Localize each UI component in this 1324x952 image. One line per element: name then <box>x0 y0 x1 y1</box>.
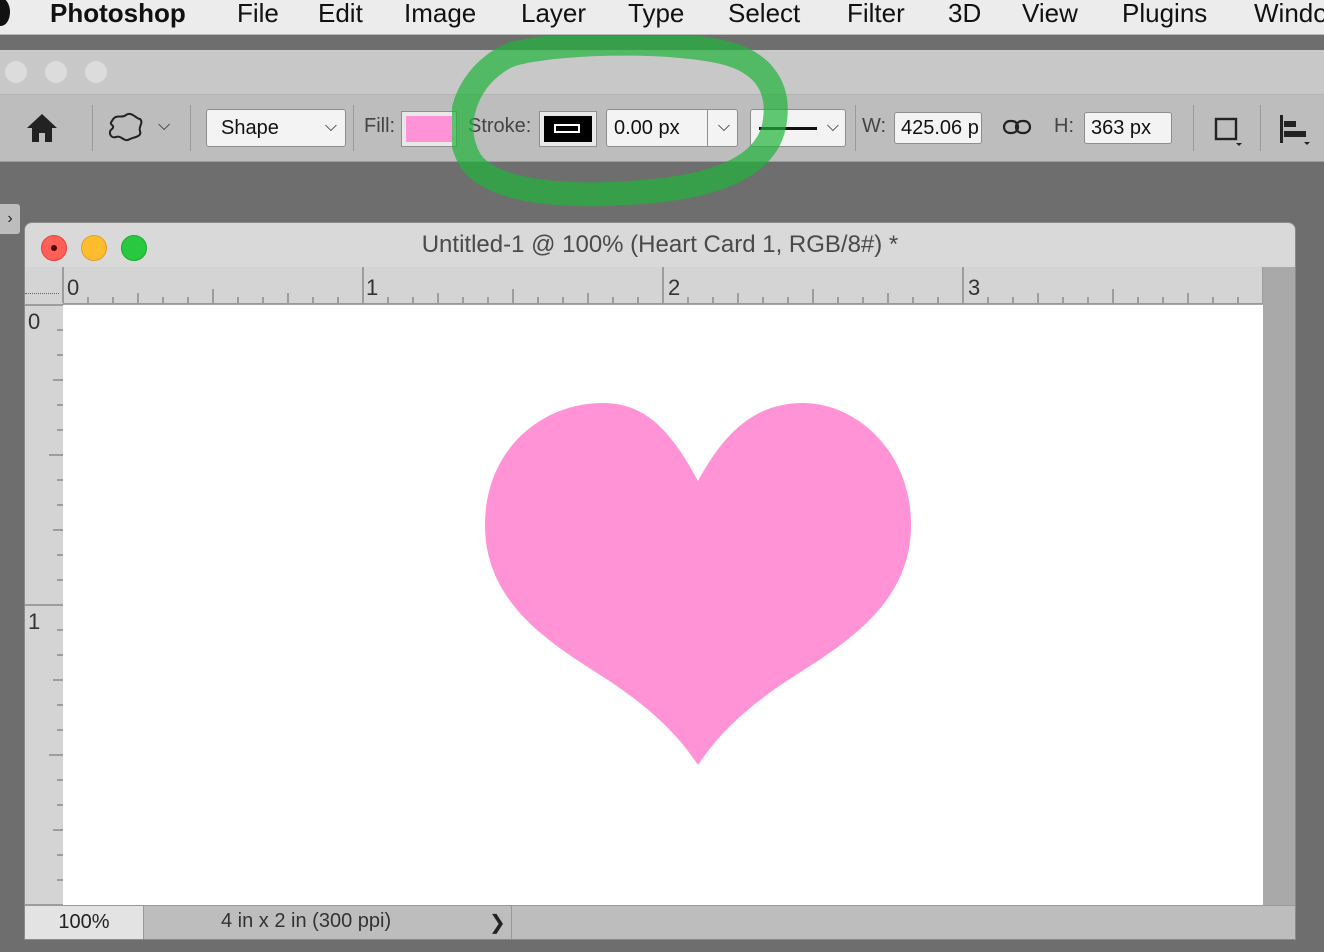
path-alignment-icon[interactable] <box>1276 113 1316 147</box>
width-label: W: <box>862 115 887 137</box>
link-dimensions-icon[interactable] <box>1002 117 1032 137</box>
home-icon[interactable] <box>24 111 60 145</box>
expand-panel-icon[interactable]: › <box>0 204 20 234</box>
left-tool-strip: › <box>0 200 20 952</box>
app-minimize-button[interactable] <box>45 61 67 83</box>
menu-bar: Photoshop File Edit Image Layer Type Sel… <box>0 0 1324 35</box>
zoom-level-field[interactable]: 100% <box>25 906 144 939</box>
stroke-label: Stroke: <box>468 115 532 137</box>
menu-app-photoshop[interactable]: Photoshop <box>50 0 186 30</box>
menu-image[interactable]: Image <box>404 0 476 30</box>
stroke-color-swatch <box>544 116 592 142</box>
stroke-width-field[interactable]: 0.00 px ⌵ <box>606 109 738 147</box>
separator <box>1260 105 1261 151</box>
width-value: 425.06 p <box>901 117 979 139</box>
height-value: 363 px <box>1091 117 1152 139</box>
height-field[interactable]: 363 px <box>1084 112 1172 144</box>
tool-preset-chevron-icon[interactable]: ⌵ <box>158 117 170 135</box>
apple-icon[interactable] <box>0 0 10 26</box>
menu-filter[interactable]: Filter <box>847 0 905 30</box>
menu-file[interactable]: File <box>237 0 279 30</box>
ruler-label: 2 <box>668 275 681 300</box>
separator <box>353 105 354 151</box>
ruler-label: 3 <box>968 275 981 300</box>
separator <box>855 105 856 151</box>
ruler-label: 0 <box>67 275 80 300</box>
vertical-ruler[interactable]: 0 1 <box>25 303 64 905</box>
heart-shape-layer[interactable] <box>63 305 1263 905</box>
fill-label: Fill: <box>364 115 396 137</box>
stroke-type-select[interactable]: ⌵ <box>750 109 846 147</box>
width-field[interactable]: 425.06 p <box>894 112 982 144</box>
horizontal-ruler[interactable]: 0 1 2 3 <box>25 267 1263 304</box>
document-window: Untitled-1 @ 100% (Heart Card 1, RGB/8#)… <box>24 222 1296 940</box>
tool-mode-value: Shape <box>221 117 279 139</box>
app-frame-bar <box>0 50 1324 95</box>
ruler-label: 0 <box>28 309 41 334</box>
app-zoom-button[interactable] <box>85 61 107 83</box>
stroke-width-dropdown-icon[interactable]: ⌵ <box>718 118 730 136</box>
menu-select[interactable]: Select <box>728 0 800 30</box>
menu-layer[interactable]: Layer <box>521 0 586 30</box>
menu-3d[interactable]: 3D <box>948 0 981 30</box>
app-close-button[interactable] <box>5 61 27 83</box>
fill-color-swatch <box>406 116 452 142</box>
document-title: Untitled-1 @ 100% (Heart Card 1, RGB/8#)… <box>421 231 899 258</box>
heart-shape[interactable] <box>485 403 911 765</box>
custom-shape-tool-icon[interactable] <box>106 111 146 143</box>
menu-type[interactable]: Type <box>628 0 684 30</box>
stroke-line-preview <box>759 127 817 130</box>
status-menu-arrow-icon[interactable]: ❯ <box>489 910 506 935</box>
menu-view[interactable]: View <box>1022 0 1078 30</box>
chevron-down-icon: ⌵ <box>324 118 337 135</box>
ruler-ticks <box>62 267 1263 303</box>
menu-window[interactable]: Windo <box>1254 0 1324 30</box>
status-divider <box>511 906 512 939</box>
tool-mode-select[interactable]: Shape ⌵ <box>206 109 346 147</box>
fill-swatch-button[interactable] <box>401 111 457 147</box>
chevron-down-icon: ⌵ <box>826 118 839 135</box>
document-canvas[interactable] <box>63 305 1263 905</box>
document-titlebar: Untitled-1 @ 100% (Heart Card 1, RGB/8#)… <box>25 223 1295 268</box>
options-bar: ⌵ Shape ⌵ Fill: Stroke: 0.00 px ⌵ ⌵ W: 4… <box>0 95 1324 162</box>
menu-plugins[interactable]: Plugins <box>1122 0 1207 30</box>
vertical-scrollbar[interactable] <box>1263 267 1295 905</box>
height-label: H: <box>1054 115 1074 137</box>
ruler-ticks <box>25 304 63 905</box>
separator <box>190 105 191 151</box>
document-size-info[interactable]: 4 in x 2 in (300 ppi) <box>221 910 391 933</box>
menu-edit[interactable]: Edit <box>318 0 363 30</box>
ruler-label: 1 <box>366 275 379 300</box>
stroke-width-value: 0.00 px <box>614 117 680 139</box>
path-operations-icon[interactable] <box>1212 115 1246 147</box>
ruler-label: 1 <box>28 609 41 634</box>
separator <box>1193 105 1194 151</box>
status-bar: 100% 4 in x 2 in (300 ppi) ❯ <box>25 905 1295 939</box>
separator <box>92 105 93 151</box>
stroke-swatch-button[interactable] <box>539 111 597 147</box>
